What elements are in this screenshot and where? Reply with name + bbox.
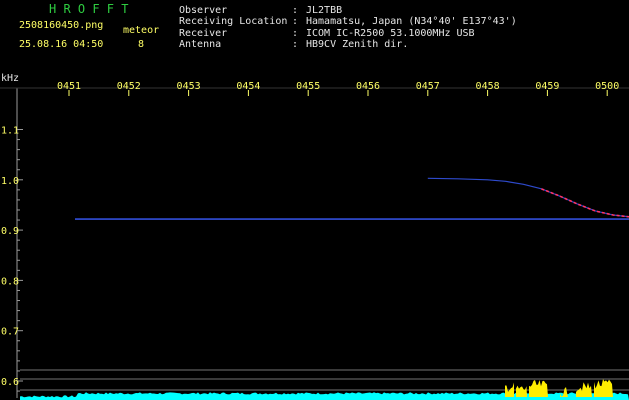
time-tick-label: 0453 [177,81,201,92]
info-value-location: Hamamatsu, Japan (N34°40' E137°43') [306,16,517,27]
time-tick-label: 0451 [57,81,81,92]
freq-tick-label: 0.9 [1,226,19,237]
freq-tick-label: 0.7 [1,327,19,338]
meteor-count-label: meteor [123,25,160,36]
time-tick-label: 0459 [535,81,559,92]
time-tick-label: 0456 [356,81,380,92]
info-key-antenna: Antenna [179,39,222,50]
info-value-observer: JL2TBB [306,5,343,16]
freq-tick-label: 0.8 [1,276,19,287]
time-tick-label: 0454 [236,81,260,92]
time-tick-label: 0458 [476,81,500,92]
time-tick-label: 0455 [296,81,320,92]
info-key-observer: Observer [179,5,228,16]
freq-tick-label: 1.1 [1,126,19,137]
time-tick-label: 0452 [117,81,141,92]
info-value-antenna: HB9CV Zenith dir. [306,39,409,50]
info-sep-receiver: : [292,28,299,39]
info-key-receiver: Receiver [179,28,228,39]
meteor-trace [427,177,629,218]
info-value-receiver: ICOM IC-R2500 53.1000MHz USB [306,28,475,39]
signal-burst [529,380,548,397]
freq-tick-label: 0.6 [1,377,19,388]
info-sep-antenna: : [292,39,299,50]
spectrogram-plot: 0451 0452 0453 0454 0455 0456 0457 0458 0459 0500… [0,81,629,400]
freq-tick-label: 1.0 [1,176,19,187]
app-title: H R O F F T [49,2,129,16]
signal-burst [594,379,613,397]
time-tick-label: 0457 [416,81,440,92]
meteor-count-value: 8 [138,39,145,50]
filename-label: 2508160450.png [19,20,104,31]
y-unit-label: kHz [1,73,20,84]
datetime-label: 25.08.16 04:50 [19,39,104,50]
signal-burst [516,385,527,397]
info-key-location: Receiving Location [179,16,288,27]
info-sep-location: : [292,16,299,27]
info-sep-observer: : [292,5,299,16]
time-tick-label: 0500 [595,81,619,92]
